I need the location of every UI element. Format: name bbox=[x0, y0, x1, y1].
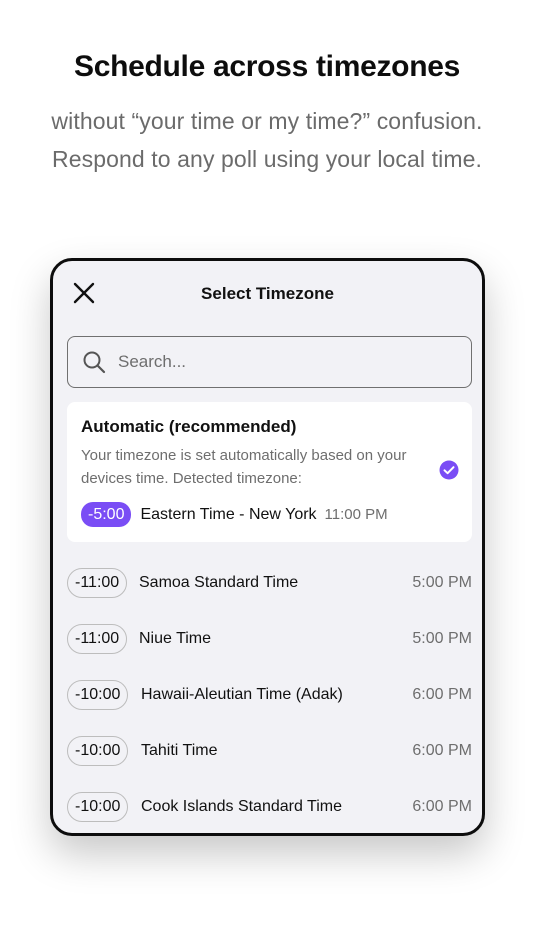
promo-headline: Schedule across timezones bbox=[74, 50, 460, 83]
timezone-time: 5:00 PM bbox=[412, 630, 472, 647]
offset-badge: -10:00 bbox=[67, 736, 129, 766]
automatic-timezone-option[interactable]: Automatic (recommended) Your timezone is… bbox=[67, 402, 472, 542]
automatic-title: Automatic (recommended) bbox=[81, 417, 297, 436]
offset-badge: -10:00 bbox=[67, 792, 129, 822]
search-box[interactable] bbox=[67, 336, 472, 388]
timezone-name: Hawaii-Aleutian Time (Adak) bbox=[141, 686, 343, 703]
timezone-name: Cook Islands Standard Time bbox=[141, 798, 342, 815]
search-input[interactable] bbox=[118, 347, 458, 377]
timezone-name: Niue Time bbox=[139, 630, 212, 647]
detected-timezone: -5:00 Eastern Time - New York 11:00 PM bbox=[81, 502, 388, 527]
timezone-list-item[interactable]: -10:00 Tahiti Time 6:00 PM bbox=[67, 736, 472, 768]
detected-offset-badge: -5:00 bbox=[81, 502, 132, 527]
timezone-name: Tahiti Time bbox=[141, 742, 218, 759]
timezone-time: 5:00 PM bbox=[412, 574, 472, 591]
promo-subline-1: without “your time or my time?” confusio… bbox=[51, 108, 483, 134]
timezone-list-item[interactable]: -11:00 Niue Time 5:00 PM bbox=[67, 624, 472, 656]
search-icon bbox=[83, 351, 106, 374]
timezone-time: 6:00 PM bbox=[412, 798, 472, 815]
timezone-time: 6:00 PM bbox=[412, 742, 472, 759]
dialog-title: Select Timezone bbox=[201, 284, 334, 303]
check-circle-icon bbox=[439, 460, 459, 480]
promo-subline-2: Respond to any poll using your local tim… bbox=[52, 146, 482, 172]
timezone-time: 6:00 PM bbox=[412, 686, 472, 703]
timezone-dialog: Select Timezone Automatic (recommended) … bbox=[50, 258, 485, 836]
timezone-list-item[interactable]: -10:00 Cook Islands Standard Time 6:00 P… bbox=[67, 792, 472, 824]
offset-badge: -10:00 bbox=[67, 680, 129, 710]
automatic-description: Your timezone is set automatically based… bbox=[81, 447, 407, 487]
timezone-list-item[interactable]: -11:00 Samoa Standard Time 5:00 PM bbox=[67, 568, 472, 600]
offset-badge: -11:00 bbox=[67, 624, 128, 654]
detected-timezone-name: Eastern Time - New York bbox=[140, 505, 317, 523]
detected-timezone-time: 11:00 PM bbox=[324, 506, 388, 523]
offset-badge: -11:00 bbox=[67, 568, 128, 598]
timezone-name: Samoa Standard Time bbox=[139, 574, 299, 591]
timezone-list-item[interactable]: -10:00 Hawaii-Aleutian Time (Adak) 6:00 … bbox=[67, 680, 472, 712]
